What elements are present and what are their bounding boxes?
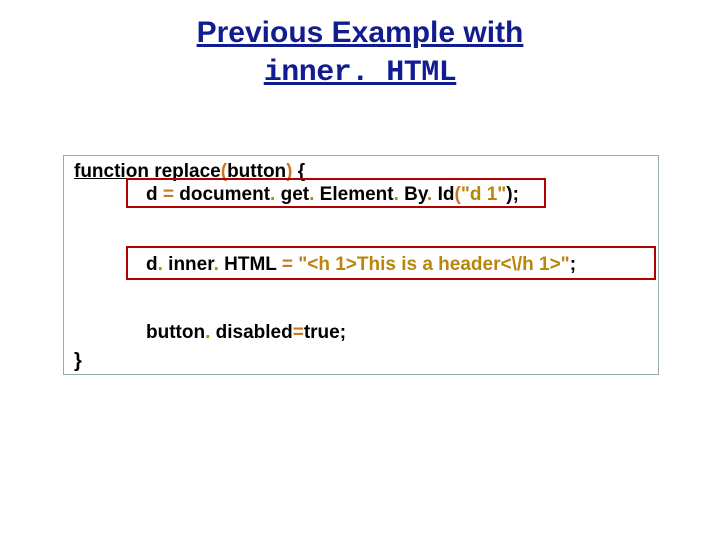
- disabled-dot1: .: [205, 322, 216, 343]
- inner-p1: inner: [168, 254, 213, 275]
- assign-m4: Id: [438, 184, 455, 205]
- assign-pc: );: [506, 184, 519, 205]
- title-line-2: inner. HTML: [264, 56, 457, 90]
- inner-eq: =: [282, 254, 298, 275]
- inner-semi: ;: [570, 254, 576, 275]
- slide: Previous Example with inner. HTML functi…: [0, 0, 720, 540]
- assign-dot1: .: [270, 184, 281, 205]
- inner-dot2: .: [214, 254, 225, 275]
- disabled-semi: ;: [340, 322, 346, 343]
- code-innerhtml: d. inner. HTML = "<h 1>This is a header<…: [146, 254, 576, 276]
- code-assign: d = document. get. Element. By. Id("d 1"…: [146, 184, 519, 206]
- disabled-obj: button: [146, 322, 205, 343]
- code-disabled: button. disabled=true;: [146, 322, 346, 344]
- assign-dot4: .: [427, 184, 438, 205]
- inner-p2: HTML: [224, 254, 282, 275]
- brace-close: }: [74, 350, 82, 373]
- slide-title: Previous Example with inner. HTML: [0, 14, 720, 92]
- assign-lhs: d: [146, 184, 163, 205]
- disabled-eq: =: [293, 322, 304, 343]
- assign-str: "d 1": [461, 184, 506, 205]
- assign-m3: By: [404, 184, 427, 205]
- assign-m2: Element: [320, 184, 394, 205]
- assign-dot2: .: [309, 184, 320, 205]
- assign-dot3: .: [394, 184, 405, 205]
- inner-lhs: d: [146, 254, 158, 275]
- assign-m1: get: [281, 184, 310, 205]
- assign-obj: document: [179, 184, 270, 205]
- disabled-val: true: [304, 322, 340, 343]
- assign-eq: =: [163, 184, 179, 205]
- title-line-1: Previous Example with: [197, 16, 524, 49]
- inner-dot1: .: [158, 254, 169, 275]
- disabled-prop: disabled: [216, 322, 293, 343]
- inner-str: "<h 1>This is a header<\/h 1>": [298, 254, 569, 275]
